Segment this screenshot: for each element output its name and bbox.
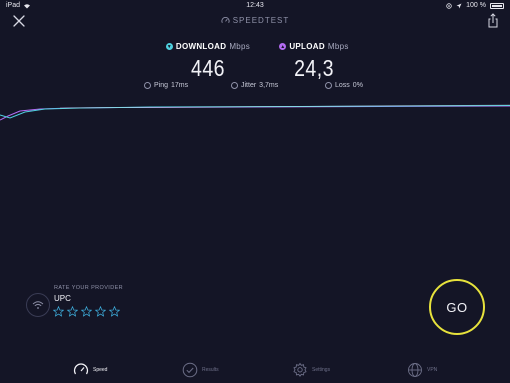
battery-percent: 100 %: [466, 2, 486, 9]
gear-icon: [293, 362, 307, 377]
status-right: 100 %: [446, 2, 504, 9]
nav-vpn-label: VPN: [427, 367, 438, 373]
loss-value: 0%: [352, 82, 363, 89]
download-arrow-icon: ▼: [165, 43, 173, 50]
speedometer-logo-icon: [221, 16, 230, 23]
star-2-icon[interactable]: [67, 306, 78, 317]
download-value: 446: [191, 55, 225, 81]
upload-unit: Mbps: [327, 42, 349, 51]
upload-metric: ▲ UPLOAD Mbps 24,3: [259, 42, 369, 82]
nav-speed-label: Speed: [93, 367, 108, 373]
share-button[interactable]: [486, 12, 500, 30]
status-time: 12:43: [246, 2, 264, 9]
share-icon: [488, 13, 498, 28]
go-label: GO: [446, 299, 468, 315]
star-5-icon[interactable]: [109, 306, 120, 317]
ping-label: Ping: [154, 82, 169, 89]
star-3-icon[interactable]: [81, 306, 92, 317]
nav-results-label: Results: [202, 367, 219, 373]
loss-stat: Loss 0%: [325, 82, 363, 89]
nav-results[interactable]: Results: [182, 360, 219, 380]
upload-value: 24,3: [294, 55, 334, 81]
star-1-icon[interactable]: [53, 306, 64, 317]
wifi-icon: [32, 301, 44, 309]
nav-settings-label: Settings: [312, 367, 331, 373]
upload-header: ▲ UPLOAD Mbps: [259, 42, 369, 51]
nav-speed[interactable]: Speed: [73, 360, 107, 380]
globe-icon: [408, 363, 422, 377]
download-metric: ▼ DOWNLOAD Mbps 446: [153, 42, 263, 82]
location-icon: [456, 3, 462, 8]
jitter-icon: [231, 82, 238, 89]
loss-label: Loss: [335, 82, 350, 89]
ping-icon: [144, 82, 151, 89]
star-4-icon[interactable]: [95, 306, 106, 317]
battery-icon: [490, 2, 504, 9]
download-label: DOWNLOAD: [175, 42, 227, 51]
nav-vpn[interactable]: VPN: [407, 360, 437, 380]
speedometer-icon: [73, 363, 89, 375]
ping-value: 17ms: [171, 82, 189, 89]
loss-icon: [325, 82, 332, 89]
upload-arrow-icon: ▲: [279, 43, 287, 50]
rate-provider-label: RATE YOUR PROVIDER: [54, 285, 124, 291]
download-unit: Mbps: [229, 42, 251, 51]
speed-graph: [0, 104, 510, 121]
brand-logo: SPEEDTEST: [0, 16, 510, 25]
jitter-value: 3,7ms: [259, 82, 279, 89]
provider-wifi-button[interactable]: [26, 293, 50, 317]
checkmark-circle-icon: [182, 362, 198, 378]
provider-name: UPC: [54, 294, 71, 303]
go-button[interactable]: GO: [429, 279, 485, 335]
rotation-lock-icon: [446, 2, 452, 9]
jitter-stat: Jitter 3,7ms: [231, 82, 278, 89]
rating-stars: [53, 306, 120, 317]
brand-name: SPEEDTEST: [232, 16, 290, 25]
download-header: ▼ DOWNLOAD Mbps: [153, 42, 263, 51]
nav-settings[interactable]: Settings: [292, 360, 330, 380]
upload-label: UPLOAD: [289, 42, 325, 51]
jitter-label: Jitter: [241, 82, 257, 89]
ping-stat: Ping 17ms: [144, 82, 188, 89]
status-bar: iPad 12:43 100 %: [0, 0, 510, 12]
